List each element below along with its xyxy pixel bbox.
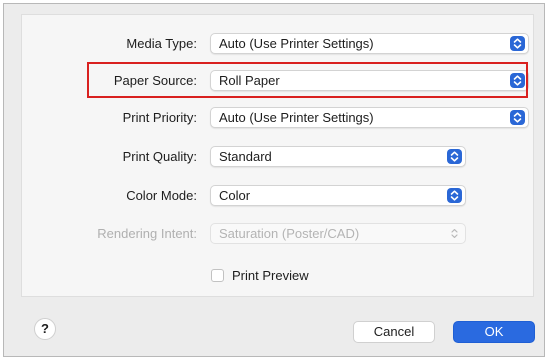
media-type-value: Auto (Use Printer Settings) [219,36,374,51]
help-icon: ? [41,321,49,336]
cancel-button[interactable]: Cancel [353,321,435,343]
help-button[interactable]: ? [34,318,56,340]
rendering-intent-row: Rendering Intent: Saturation (Poster/CAD… [4,223,549,245]
print-priority-label: Print Priority: [122,110,197,125]
chevron-up-down-icon [510,110,525,125]
color-mode-label: Color Mode: [126,188,197,203]
print-quality-value: Standard [219,149,272,164]
media-type-label: Media Type: [126,36,197,51]
print-quality-popup[interactable]: Standard [210,146,466,167]
color-mode-value: Color [219,188,251,203]
rendering-intent-label: Rendering Intent: [97,226,197,241]
chevron-up-down-icon [447,226,462,241]
chevron-up-down-icon [447,188,462,203]
media-type-popup[interactable]: Auto (Use Printer Settings) [210,33,529,54]
rendering-intent-popup: Saturation (Poster/CAD) [210,223,466,244]
rendering-intent-value: Saturation (Poster/CAD) [219,226,360,241]
media-type-row: Media Type: Auto (Use Printer Settings) [4,33,549,55]
color-mode-popup[interactable]: Color [210,185,466,206]
print-priority-row: Print Priority: Auto (Use Printer Settin… [4,107,549,129]
chevron-up-down-icon [447,149,462,164]
print-priority-value: Auto (Use Printer Settings) [219,110,374,125]
print-preview-checkbox[interactable] [211,269,224,282]
paper-source-highlight [87,62,528,98]
color-mode-row: Color Mode: Color [4,185,549,207]
print-quality-row: Print Quality: Standard [4,146,549,168]
ok-button[interactable]: OK [453,321,535,343]
print-priority-popup[interactable]: Auto (Use Printer Settings) [210,107,529,128]
print-preview-label[interactable]: Print Preview [232,267,309,285]
chevron-up-down-icon [510,36,525,51]
print-quality-label: Print Quality: [122,149,197,164]
print-settings-dialog: Media Type: Auto (Use Printer Settings) … [3,3,545,357]
